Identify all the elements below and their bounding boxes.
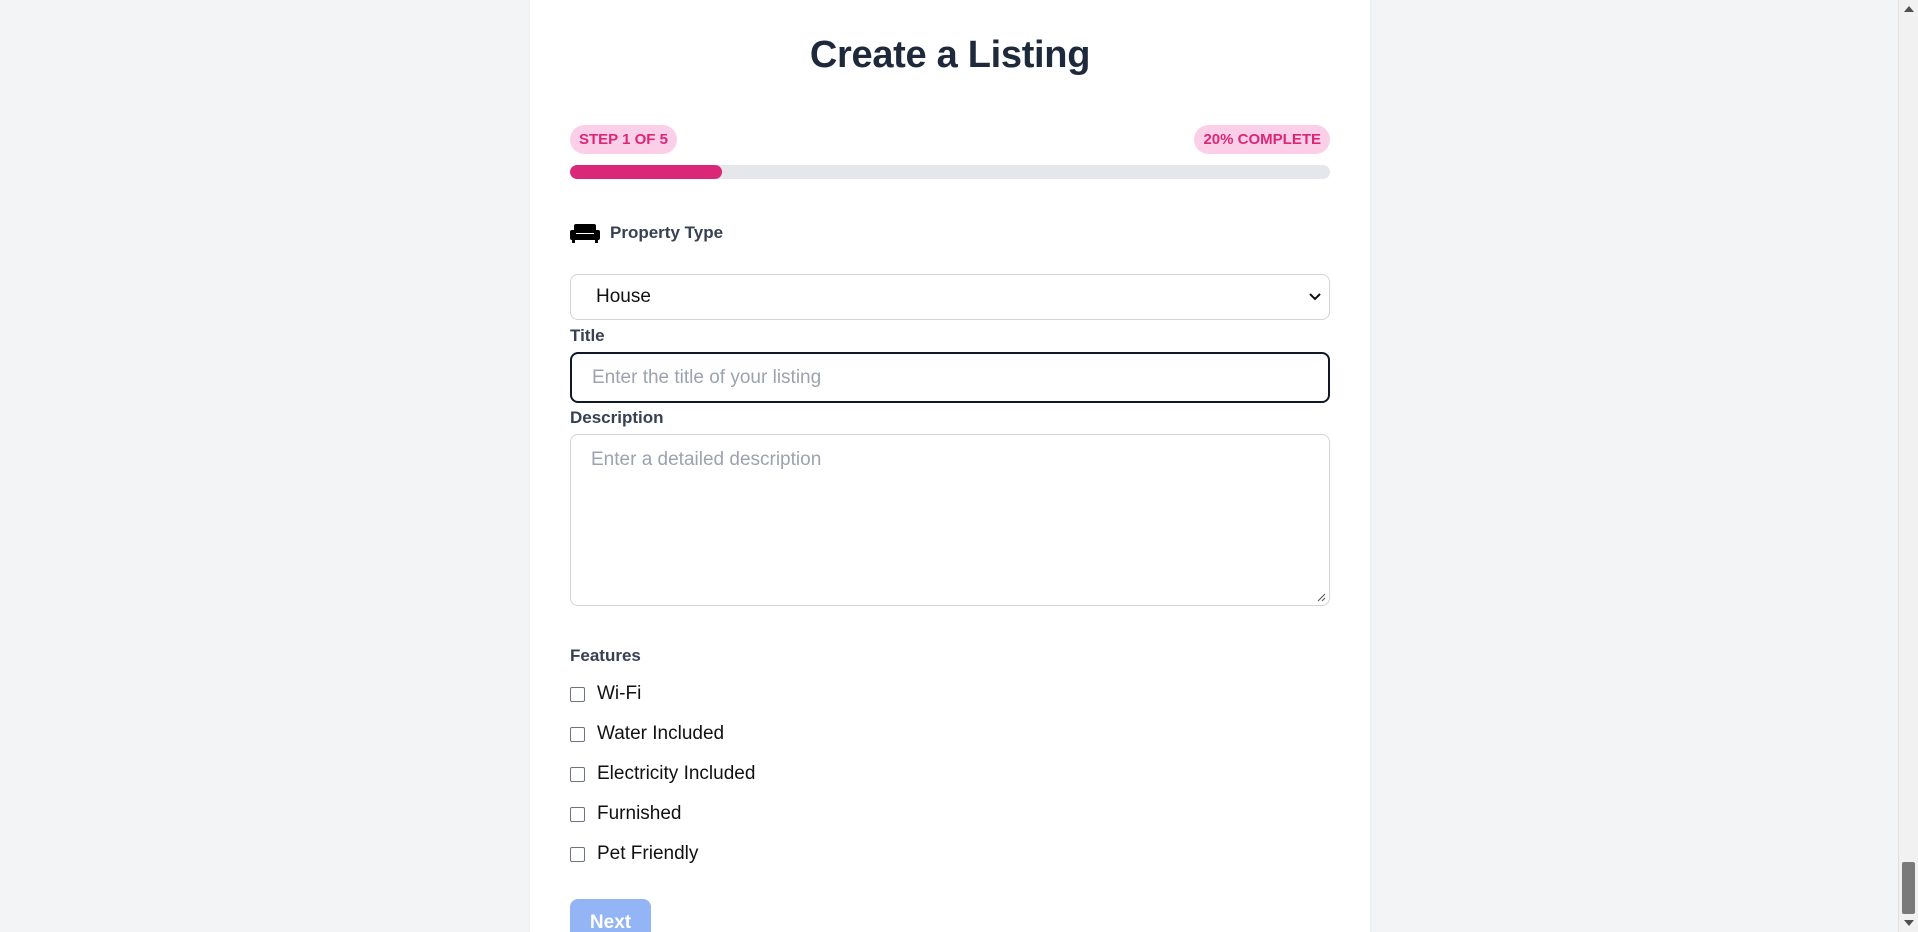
feature-wifi[interactable]: Wi-Fi: [570, 683, 641, 705]
description-placeholder: Enter a detailed description: [591, 449, 822, 470]
feature-electricity-included[interactable]: Electricity Included: [570, 763, 755, 785]
feature-water-included-checkbox[interactable]: [570, 726, 585, 742]
scroll-down-arrow-icon[interactable]: [1904, 920, 1914, 926]
chevron-down-icon: [1309, 293, 1321, 301]
feature-furnished-checkbox[interactable]: [570, 806, 585, 822]
feature-electricity-included-label: Electricity Included: [597, 763, 756, 784]
feature-pet-friendly-label: Pet Friendly: [597, 843, 699, 864]
vertical-scrollbar[interactable]: [1898, 0, 1918, 932]
property-type-select[interactable]: House: [570, 274, 1330, 320]
feature-furnished-label: Furnished: [597, 803, 682, 824]
progress-percent-badge: 20% COMPLETE: [1194, 125, 1330, 154]
resize-grip-icon[interactable]: [1316, 592, 1326, 602]
couch-icon: [570, 224, 600, 243]
feature-wifi-checkbox[interactable]: [570, 686, 585, 702]
property-type-label-text: Property Type: [610, 223, 724, 242]
feature-pet-friendly-checkbox[interactable]: [570, 846, 585, 862]
feature-electricity-included-checkbox[interactable]: [570, 766, 585, 782]
page-viewport: Create a Listing STEP 1 OF 5 20% COMPLET…: [0, 0, 1898, 932]
description-label: Description: [570, 408, 664, 427]
title-input[interactable]: Enter the title of your listing: [570, 352, 1330, 403]
feature-wifi-label: Wi-Fi: [597, 683, 642, 704]
description-textarea[interactable]: Enter a detailed description: [570, 434, 1330, 606]
property-type-label: Property Type: [570, 222, 723, 244]
page-title: Create a Listing: [809, 34, 1091, 76]
next-button[interactable]: Next: [570, 899, 651, 932]
progress-bar: [570, 165, 1330, 179]
feature-water-included[interactable]: Water Included: [570, 723, 724, 745]
listing-form-card: Create a Listing STEP 1 OF 5 20% COMPLET…: [530, 0, 1370, 932]
property-type-selected-value: House: [596, 286, 651, 307]
feature-furnished[interactable]: Furnished: [570, 803, 682, 825]
features-label: Features: [570, 646, 641, 665]
scroll-up-arrow-icon[interactable]: [1904, 6, 1914, 12]
feature-pet-friendly[interactable]: Pet Friendly: [570, 843, 698, 865]
step-badge: STEP 1 OF 5: [570, 125, 677, 154]
title-label: Title: [570, 326, 605, 345]
feature-water-included-label: Water Included: [597, 723, 725, 744]
progress-bar-fill: [570, 165, 722, 179]
scrollbar-thumb[interactable]: [1902, 862, 1915, 914]
